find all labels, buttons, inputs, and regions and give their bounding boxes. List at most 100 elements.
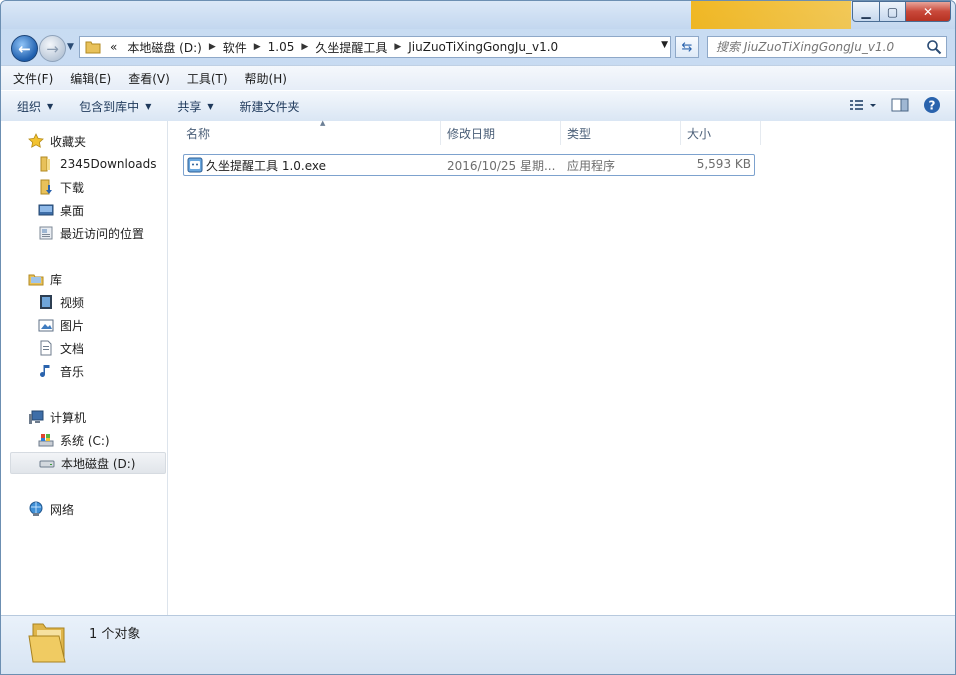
- file-row[interactable]: 久坐提醒工具 1.0.exe 2016/10/25 星期... 应用程序 5,5…: [183, 154, 755, 176]
- nav-item-documents[interactable]: 文档: [38, 337, 84, 359]
- nav-item-videos[interactable]: 视频: [38, 291, 84, 313]
- star-icon: [28, 133, 44, 148]
- breadcrumb: « 本地磁盘 (D:) ▶ 软件 ▶ 1.05 ▶ 久坐提醒工具 ▶ JiuZu…: [105, 39, 563, 56]
- nav-libraries-label: 库: [50, 272, 63, 287]
- file-size: 5,593 KB: [696, 157, 751, 171]
- address-row: ← → ▼ « 本地磁盘 (D:) ▶ 软件 ▶ 1.05 ▶ 久坐提醒工具 ▶…: [1, 33, 955, 62]
- nav-item-label: 视频: [60, 295, 85, 310]
- folder-icon: [40, 156, 50, 172]
- folder-large-icon: [28, 623, 66, 663]
- nav-item-recent-places[interactable]: 最近访问的位置: [38, 222, 144, 244]
- system-drive-icon: [38, 434, 54, 447]
- preview-pane-icon[interactable]: [891, 97, 909, 113]
- nav-item-drive-c[interactable]: 系统 (C:): [38, 429, 110, 451]
- column-header-name[interactable]: 名称 ▲: [180, 119, 441, 145]
- menu-tools[interactable]: 工具(T): [182, 70, 233, 87]
- nav-item-label: 2345Downloads: [60, 157, 157, 171]
- nav-item-label: 最近访问的位置: [60, 226, 145, 241]
- refresh-button[interactable]: ⇆: [675, 36, 699, 58]
- picture-icon: [38, 319, 54, 332]
- file-list[interactable]: 名称 ▲ 修改日期 类型 大小 久坐提醒工具 1.0.exe 2016/10/2…: [168, 119, 955, 615]
- include-library-label: 包含到库中: [79, 99, 140, 114]
- chevron-right-icon[interactable]: ▶: [392, 42, 403, 52]
- nav-item-desktop[interactable]: 桌面: [38, 199, 84, 221]
- search-box[interactable]: [707, 36, 947, 58]
- application-icon: [187, 157, 203, 173]
- column-name-label: 名称: [186, 126, 211, 141]
- organize-button[interactable]: 组织 ▼: [7, 98, 63, 115]
- nav-item-2345downloads[interactable]: 2345Downloads: [38, 153, 156, 175]
- breadcrumb-version[interactable]: 1.05: [263, 40, 300, 54]
- nav-item-label: 桌面: [60, 203, 85, 218]
- folder-icon: [85, 41, 101, 54]
- nav-computer-label: 计算机: [50, 410, 87, 425]
- share-button[interactable]: 共享 ▼: [167, 98, 223, 115]
- column-header-type[interactable]: 类型: [561, 121, 681, 145]
- close-button[interactable]: ✕: [906, 1, 951, 22]
- file-name: 久坐提醒工具 1.0.exe: [206, 159, 327, 173]
- video-icon: [40, 295, 52, 309]
- search-input[interactable]: [714, 39, 918, 55]
- item-count: 1 个对象: [89, 627, 141, 642]
- menu-edit[interactable]: 编辑(E): [65, 70, 116, 87]
- breadcrumb-tool[interactable]: 久坐提醒工具: [310, 39, 392, 56]
- nav-item-downloads[interactable]: 下载: [38, 176, 84, 198]
- help-icon[interactable]: ?: [923, 96, 941, 114]
- back-button[interactable]: ←: [11, 35, 38, 62]
- nav-favorites[interactable]: 收藏夹: [28, 130, 86, 152]
- organize-label: 组织: [17, 99, 42, 114]
- nav-item-label: 系统 (C:): [60, 433, 110, 448]
- desktop-icon: [38, 204, 54, 216]
- nav-computer[interactable]: 计算机: [28, 406, 86, 428]
- recent-places-icon: [39, 226, 53, 240]
- navigation-pane[interactable]: 收藏夹 2345Downloads 下载 桌面 最近访问的位置 库 视频 图片 …: [1, 121, 168, 615]
- maximize-button[interactable]: ▢: [880, 1, 906, 22]
- nav-libraries[interactable]: 库: [28, 268, 62, 290]
- download-folder-icon: [40, 179, 52, 195]
- include-library-button[interactable]: 包含到库中 ▼: [69, 98, 161, 115]
- minimize-button[interactable]: ▁: [852, 1, 880, 22]
- column-size-label: 大小: [687, 126, 712, 141]
- column-header-size[interactable]: 大小: [681, 121, 761, 145]
- nav-item-drive-d[interactable]: 本地磁盘 (D:): [10, 452, 166, 474]
- recent-pages-dropdown[interactable]: ▼: [67, 42, 74, 52]
- share-label: 共享: [177, 99, 202, 114]
- chevron-right-icon[interactable]: ▶: [252, 42, 263, 52]
- column-modified-label: 修改日期: [447, 126, 496, 141]
- hard-drive-icon: [39, 460, 55, 468]
- chevron-right-icon[interactable]: ▶: [299, 42, 310, 52]
- library-icon: [28, 274, 44, 286]
- menu-help[interactable]: 帮助(H): [240, 70, 292, 87]
- nav-network-label: 网络: [50, 502, 75, 517]
- refresh-icon: ⇆: [681, 39, 693, 55]
- breadcrumb-drive-d[interactable]: 本地磁盘 (D:): [122, 39, 206, 56]
- address-history-dropdown[interactable]: ▼: [661, 40, 668, 50]
- nav-favorites-label: 收藏夹: [50, 134, 87, 149]
- chevron-down-icon: ▼: [145, 101, 152, 111]
- nav-item-pictures[interactable]: 图片: [38, 314, 84, 336]
- forward-arrow-icon: →: [46, 39, 59, 58]
- title-bar[interactable]: ▁ ▢ ✕: [1, 1, 955, 29]
- breadcrumb-software[interactable]: 软件: [218, 39, 252, 56]
- forward-button[interactable]: →: [39, 35, 66, 62]
- nav-item-label: 音乐: [60, 364, 85, 379]
- new-folder-label: 新建文件夹: [239, 99, 300, 114]
- search-icon[interactable]: [926, 39, 942, 55]
- details-pane: 1 个对象: [1, 615, 955, 674]
- new-folder-button[interactable]: 新建文件夹: [230, 98, 310, 115]
- menu-view[interactable]: 查看(V): [123, 70, 175, 87]
- column-header-modified[interactable]: 修改日期: [441, 121, 561, 145]
- view-options-icon[interactable]: [849, 97, 877, 113]
- file-modified: 2016/10/25 星期...: [447, 159, 556, 173]
- nav-network[interactable]: 网络: [28, 498, 74, 520]
- back-arrow-icon: ←: [18, 39, 31, 58]
- column-type-label: 类型: [567, 126, 592, 141]
- menu-file[interactable]: 文件(F): [8, 70, 58, 87]
- nav-item-music[interactable]: 音乐: [38, 360, 84, 382]
- background-glare: [691, 1, 851, 29]
- address-bar[interactable]: « 本地磁盘 (D:) ▶ 软件 ▶ 1.05 ▶ 久坐提醒工具 ▶ JiuZu…: [79, 36, 671, 58]
- chevron-right-icon[interactable]: ▶: [207, 42, 218, 52]
- breadcrumb-current[interactable]: JiuZuoTiXingGongJu_v1.0: [403, 40, 563, 54]
- music-icon: [40, 365, 50, 377]
- breadcrumb-overflow[interactable]: «: [105, 40, 122, 54]
